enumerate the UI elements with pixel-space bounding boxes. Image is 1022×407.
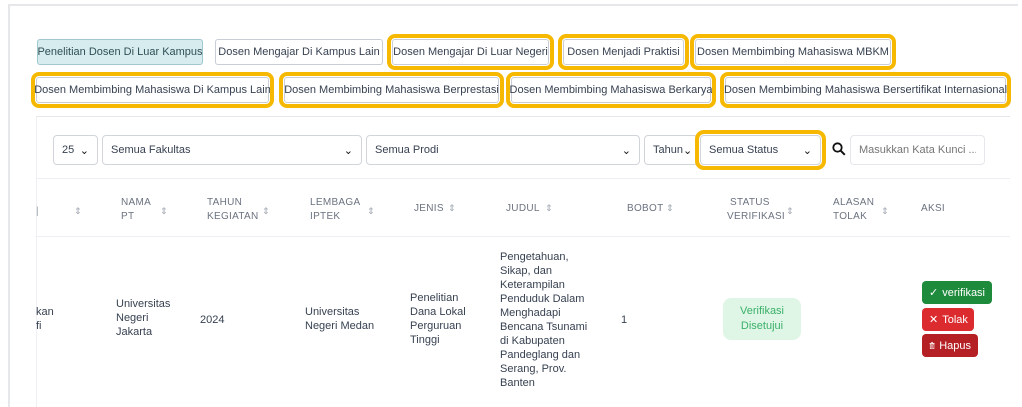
table-header-top-border	[36, 178, 1010, 179]
cell-line: Sikap, dan	[500, 265, 552, 277]
column-header-line: IPTEK	[310, 211, 341, 222]
column-header-line: STATUS	[730, 197, 770, 208]
column-header-aksi: AKSI	[921, 203, 945, 214]
cell-judul: Pengetahuan, Sikap, dan Keterampilan Pen…	[500, 250, 587, 390]
per-page-value: 25	[62, 144, 75, 156]
column-header-line: VERIFIKASI	[727, 211, 786, 222]
cell-lembaga: Universitas Negeri Medan	[305, 305, 374, 333]
cell-line: Jakarta	[116, 326, 153, 338]
tab-dosen-mengajar-luar-negeri[interactable]: Dosen Mengajar Di Luar Negeri	[387, 34, 554, 70]
cell-line: Banten	[500, 377, 535, 389]
column-header-line: PT	[121, 211, 135, 222]
check-icon: ✓	[929, 287, 939, 299]
cell-line: Pandeglang dan	[500, 349, 581, 361]
column-header-nama-pt[interactable]: NAMA PT	[121, 196, 151, 224]
column-header-line: NAMA	[121, 197, 152, 208]
sort-icon[interactable]: ⇕	[160, 206, 168, 217]
sort-icon[interactable]: ⇕	[786, 206, 794, 217]
chevron-down-icon: ⌄	[682, 144, 693, 157]
column-header-tahun-kegiatan[interactable]: TAHUN KEGIATAN	[207, 196, 258, 224]
cell-tahun: 2024	[200, 314, 225, 326]
column-header-bobot[interactable]: BOBOT	[627, 202, 664, 216]
tab-dosen-membimbing-berkarya[interactable]: Dosen Membimbing Mahasiswa Berkarya	[506, 72, 716, 108]
column-header-line: TOLAK	[833, 211, 868, 222]
column-header-line: TAHUN	[207, 197, 243, 208]
status-select[interactable]: Semua Status ⌄	[695, 130, 826, 170]
column-header-line: KEGIATAN	[207, 211, 259, 222]
prodi-value: Semua Prodi	[375, 144, 439, 156]
column-header-judul[interactable]: JUDUL	[506, 202, 540, 216]
cell-line: Penelitian	[410, 292, 459, 304]
status-badge-line: Verifikasi	[739, 305, 785, 317]
status-badge-line: Disetujui	[740, 320, 784, 332]
status-value: Semua Status	[709, 144, 779, 156]
cell-line: Penduduk Dalam	[500, 293, 585, 305]
column-header-status-verifikasi[interactable]: STATUS VERIFIKASI	[727, 196, 785, 224]
tahun-select[interactable]: Tahun ⌄	[644, 135, 698, 165]
cell-nama-pt: Universitas Negeri Jakarta	[116, 297, 170, 339]
cell-line: Negeri	[116, 312, 149, 324]
tab-dosen-membimbing-kampus-lain[interactable]: Dosen Membimbing Mahasiswa Di Kampus Lai…	[31, 72, 274, 108]
tab-dosen-membimbing-mbkm[interactable]: Dosen Membimbing Mahasiswa MBKM	[690, 34, 896, 70]
sort-icon[interactable]: ⇕	[881, 206, 889, 217]
chevron-down-icon: ⌄	[343, 144, 353, 157]
per-page-select[interactable]: 25 ⌄	[53, 135, 98, 165]
cell-line: Bencana Tsunami	[500, 321, 588, 333]
sort-icon[interactable]: ⇕	[74, 206, 82, 217]
cell-line: Perguruan	[410, 320, 462, 332]
column-header-line: LEMBAGA	[310, 197, 361, 208]
close-icon: ✕	[929, 314, 939, 326]
prodi-select[interactable]: Semua Prodi ⌄	[366, 135, 640, 165]
column-header-alasan-tolak[interactable]: ALASAN TOLAK	[833, 196, 874, 224]
cell-bobot: 1	[621, 314, 628, 326]
cell-line: Keterampilan	[500, 279, 565, 291]
cell-line: Menghadapi	[500, 307, 561, 319]
chevron-down-icon: ⌄	[802, 144, 812, 157]
cell-line: Universitas	[116, 298, 171, 310]
fakultas-select[interactable]: Semua Fakultas ⌄	[102, 135, 362, 165]
cell-line: fi	[36, 320, 42, 332]
chevron-down-icon: ⌄	[79, 144, 89, 157]
sort-icon[interactable]: ⇕	[262, 206, 270, 217]
reject-button-label: Tolak	[942, 313, 968, 326]
sort-icon[interactable]: ⇕	[367, 206, 375, 217]
cell-line: Dana Lokal	[410, 306, 466, 318]
cell-line: Pengetahuan,	[500, 251, 569, 263]
sort-icon[interactable]: ⇕	[545, 203, 553, 214]
tab-dosen-membimbing-berprestasi[interactable]: Dosen Membimbing Mahasiswa Berprestasi	[279, 72, 504, 108]
cell-line: Negeri Medan	[305, 320, 375, 332]
cell-line: kan	[36, 306, 54, 318]
search-input[interactable]	[850, 135, 985, 165]
column-header-lembaga-iptek[interactable]: LEMBAGA IPTEK	[310, 196, 360, 224]
cell-line: di Kabupaten	[500, 335, 565, 347]
tab-penelitian-dosen-luar-kampus[interactable]: Penelitian Dosen Di Luar Kampus	[37, 39, 203, 65]
sort-icon[interactable]: ⇕	[666, 203, 674, 214]
sort-icon[interactable]: ⇕	[448, 203, 456, 214]
chevron-down-icon: ⌄	[621, 144, 631, 157]
cut-header-fragment: |	[36, 206, 39, 217]
verify-button[interactable]: ✓ verifikasi	[922, 281, 992, 304]
delete-button-label: Hapus	[939, 339, 971, 352]
reject-button[interactable]: ✕ Tolak	[922, 308, 974, 331]
cell-line: Tinggi	[410, 334, 440, 346]
trash-icon	[929, 342, 935, 349]
verify-button-label: verifikasi	[942, 286, 986, 299]
table-header-bottom-border	[36, 236, 1010, 237]
tahun-value: Tahun	[653, 144, 683, 156]
column-header-line: ALASAN	[833, 197, 875, 208]
status-badge: Verifikasi Disetujui	[723, 298, 801, 340]
cell-jenis: Penelitian Dana Lokal Perguruan Tinggi	[410, 291, 466, 347]
tab-dosen-menjadi-praktisi[interactable]: Dosen Menjadi Praktisi	[558, 34, 689, 70]
search-icon[interactable]	[832, 142, 846, 156]
tab-dosen-mengajar-kampus-lain[interactable]: Dosen Mengajar Di Kampus Lain	[215, 39, 383, 65]
fakultas-value: Semua Fakultas	[111, 144, 191, 156]
cell-line: Universitas	[305, 306, 360, 318]
column-header-jenis[interactable]: JENIS	[414, 202, 444, 216]
delete-button[interactable]: Hapus	[922, 334, 978, 357]
cut-cell-text: kan fi	[36, 305, 54, 333]
tab-dosen-membimbing-bersertifikat-internasional[interactable]: Dosen Membimbing Mahasiswa Bersertifikat…	[720, 72, 1011, 108]
cell-line: Serang, Prov.	[500, 363, 567, 375]
